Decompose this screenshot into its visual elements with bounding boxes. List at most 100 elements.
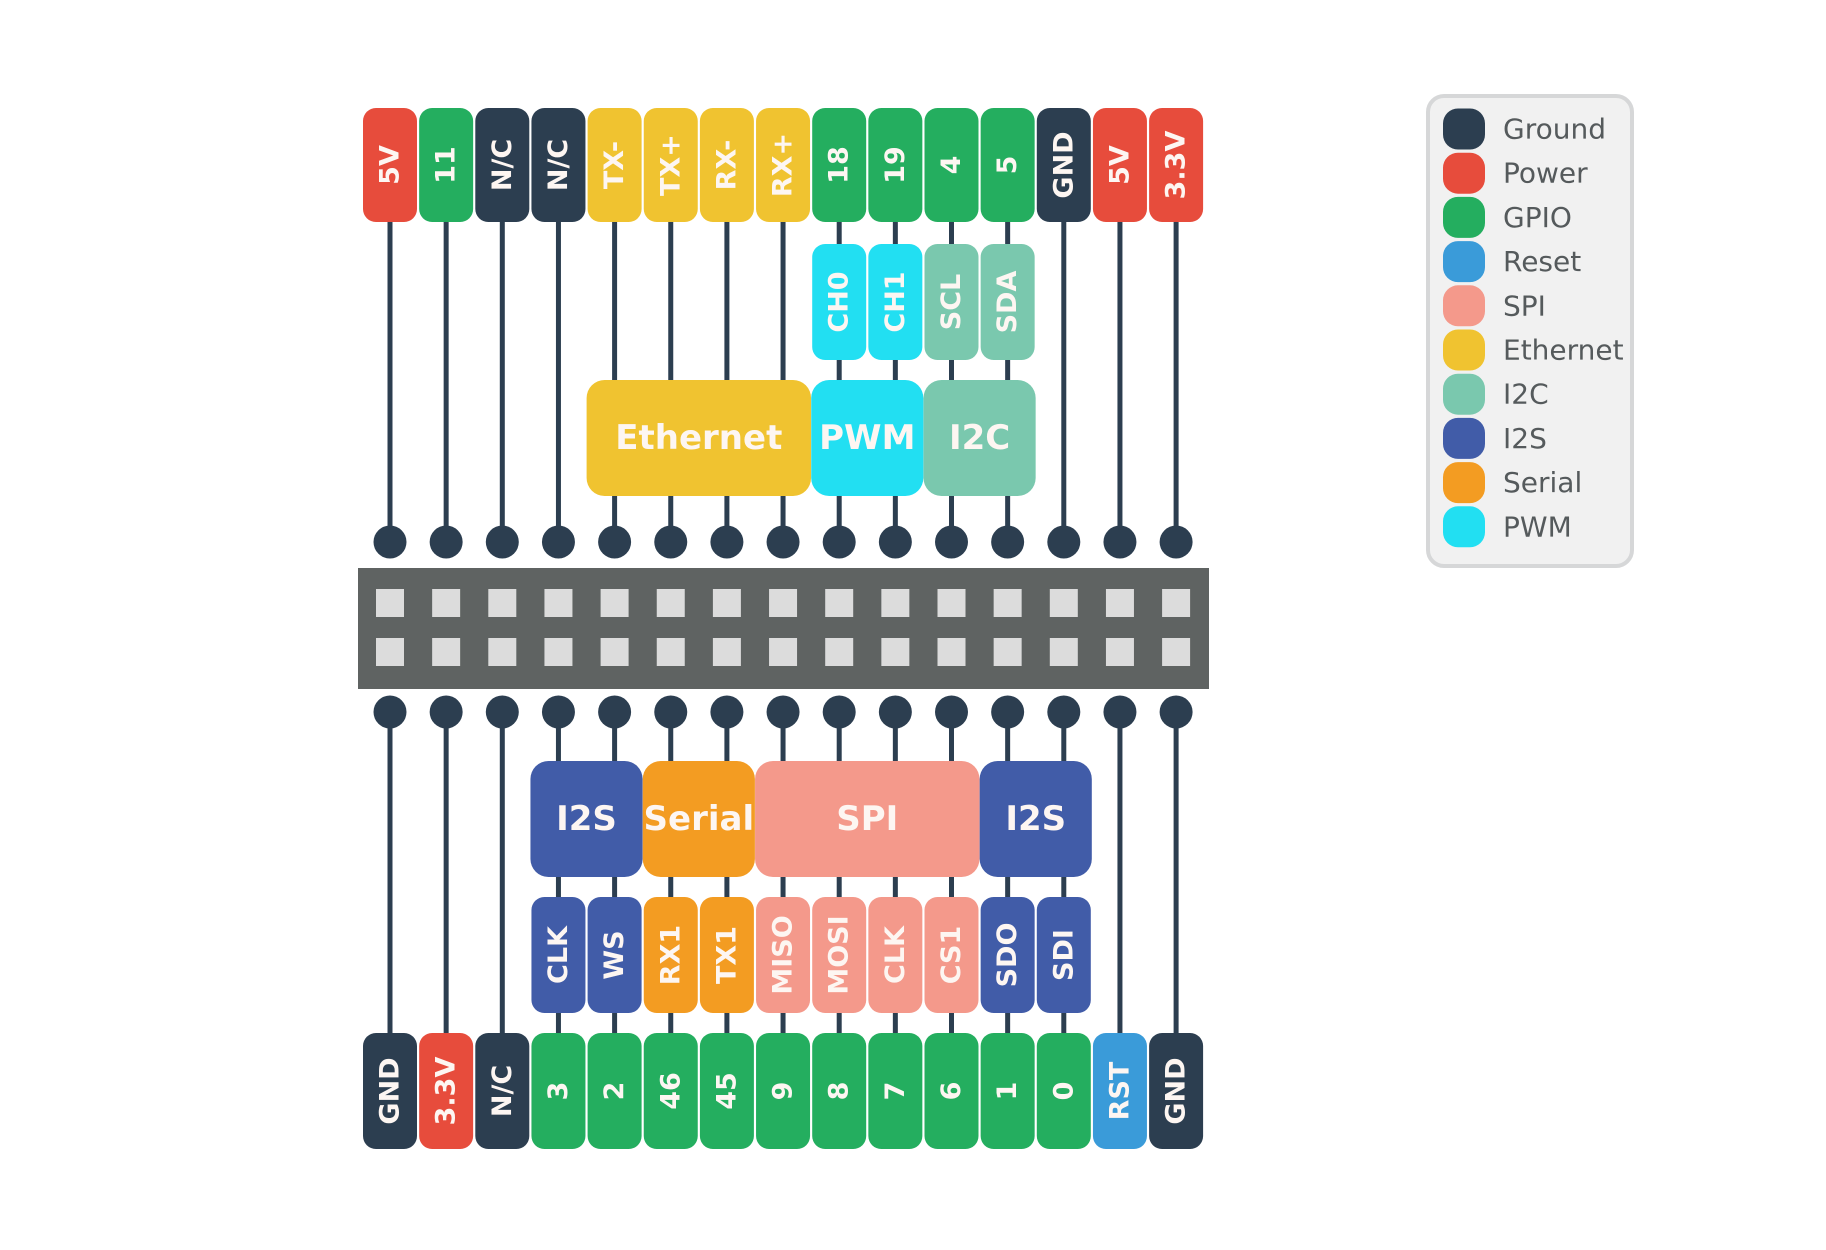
header-pad: [544, 589, 573, 617]
header-pad: [881, 638, 910, 666]
group-i2c-text: I2C: [949, 418, 1010, 458]
pin-label-text: 46: [655, 1072, 686, 1110]
function-label-text: CH0: [824, 271, 855, 332]
function-label-text: SCL: [936, 274, 967, 330]
header-pad: [881, 589, 910, 617]
legend-item-pwm: PWM: [1443, 506, 1572, 548]
pin-dot: [822, 695, 856, 729]
legend-item-reset: Reset: [1443, 241, 1581, 283]
legend-item-power: Power: [1443, 152, 1588, 194]
pin-dot: [766, 695, 800, 729]
pin-label-text: 1: [992, 1082, 1023, 1101]
pin-label-text: RX+: [768, 133, 799, 197]
pin-label-text: 7: [880, 1082, 911, 1101]
pin-label: GND: [1149, 1033, 1204, 1149]
pin-dot: [935, 525, 968, 559]
pin-label-text: 3.3V: [431, 1057, 462, 1126]
pin-dot: [541, 695, 575, 729]
pin-label-text: 3.3V: [1161, 131, 1192, 200]
pin-dot: [373, 525, 407, 559]
pin-label-text: 19: [880, 146, 911, 184]
header-pad: [937, 638, 966, 666]
function-label: WS: [587, 897, 642, 1013]
pin-label: 11: [419, 108, 474, 222]
header-pad: [488, 589, 517, 617]
pin-label-text: RX-: [711, 140, 742, 191]
pin-dot: [1159, 525, 1193, 559]
pin-dot: [935, 695, 968, 729]
pin-label-text: 18: [824, 146, 855, 184]
legend-swatch: [1443, 462, 1485, 504]
pin-label: 7: [868, 1033, 923, 1149]
function-label: CLK: [531, 897, 586, 1013]
pin-dot: [654, 695, 688, 729]
function-label-text: TX1: [711, 926, 742, 984]
pin-label-text: 5: [992, 156, 1023, 175]
group-spi: SPI: [755, 761, 980, 877]
pinout-diagram: 5V 11 N/C N/C TX- TX+ RX- RX+ 18 19 4 5 GND 5V 3.3VCH0…: [358, 94, 1634, 1149]
pin-label: N/C: [531, 108, 586, 222]
legend-swatch: [1443, 417, 1485, 459]
legend-swatch: [1443, 196, 1485, 238]
function-label: CS1: [924, 897, 979, 1013]
pin-label-text: TX+: [655, 134, 686, 196]
group-pwm-text: PWM: [819, 418, 915, 458]
pin-label-text: N/C: [487, 1065, 518, 1117]
legend-label: Reset: [1503, 245, 1581, 278]
pin-label: N/C: [475, 108, 530, 222]
pin-label: 2: [587, 1033, 642, 1149]
header-pad: [825, 589, 854, 617]
function-label-text: CLK: [543, 925, 574, 984]
header-pad: [1105, 589, 1134, 617]
pin-dot: [1159, 695, 1193, 729]
pin-dot: [373, 695, 407, 729]
pin-label: TX+: [643, 108, 698, 222]
pin-label: 6: [924, 1033, 979, 1149]
pin-header: [358, 525, 1209, 729]
pin-label-text: 6: [936, 1082, 967, 1101]
pin-label-text: 4: [936, 156, 967, 175]
legend-label: Ground: [1503, 113, 1606, 146]
pin-label: TX-: [587, 108, 642, 222]
pin-dot: [710, 525, 744, 559]
pin-dot: [485, 695, 519, 729]
pin-dot: [1103, 695, 1137, 729]
pin-label: RX-: [699, 108, 754, 222]
pin-label: 8: [812, 1033, 867, 1149]
pin-label-text: GND: [1048, 131, 1079, 198]
pin-label: 3.3V: [419, 1033, 474, 1149]
legend-label: I2C: [1503, 378, 1549, 411]
group-spi-text: SPI: [836, 799, 898, 839]
legend-swatch: [1443, 373, 1485, 415]
header-pad: [1105, 638, 1134, 666]
legend-swatch: [1443, 152, 1485, 194]
header-pad: [937, 589, 966, 617]
header-pad: [769, 589, 798, 617]
pin-label: 5V: [363, 108, 417, 222]
pin-label: RST: [1092, 1033, 1147, 1149]
pin-dot: [429, 525, 463, 559]
pin-label: 3.3V: [1149, 108, 1204, 222]
pin-label-text: 5V: [1104, 145, 1135, 185]
header-pad: [712, 589, 741, 617]
header-pad: [432, 638, 461, 666]
pin-label-text: 8: [824, 1082, 855, 1101]
pin-dot: [878, 525, 912, 559]
pin-label: 1: [980, 1033, 1035, 1149]
pin-dot: [991, 525, 1025, 559]
legend-label: Serial: [1503, 466, 1582, 499]
group-i2s: I2S: [530, 761, 643, 877]
function-label-text: RX1: [655, 925, 686, 985]
header-pad: [769, 638, 798, 666]
pin-label-text: N/C: [543, 139, 574, 191]
header-pad: [376, 589, 404, 617]
pin-dot: [1103, 525, 1137, 559]
header-pad: [825, 638, 854, 666]
pin-label-text: N/C: [487, 139, 518, 191]
pin-dot: [541, 525, 575, 559]
legend-item-ethernet: Ethernet: [1443, 329, 1624, 371]
function-label-text: SDA: [992, 271, 1023, 334]
header-pad: [1162, 589, 1191, 617]
pin-label-text: GND: [375, 1057, 406, 1124]
pin-dot: [485, 525, 519, 559]
